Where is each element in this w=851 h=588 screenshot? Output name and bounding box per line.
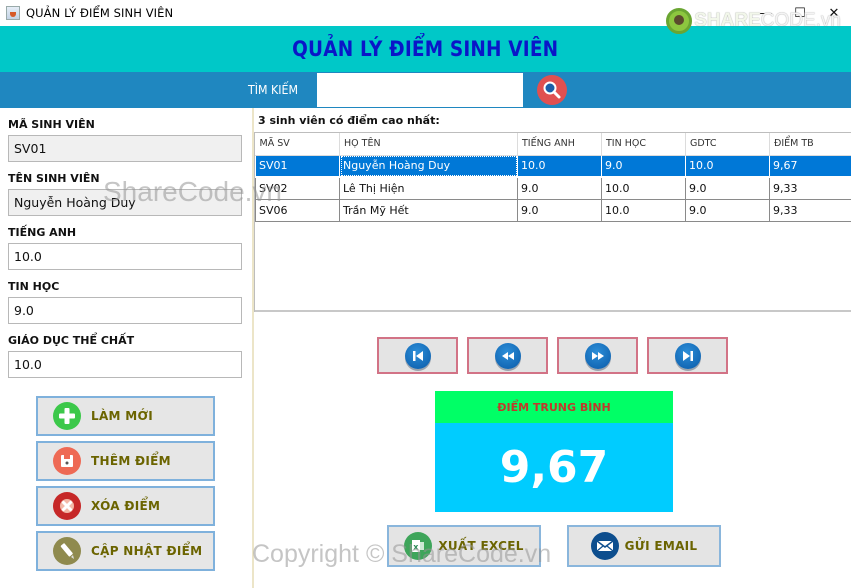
table-cell[interactable]: 10.0 <box>601 199 686 222</box>
table-cell[interactable]: SV02 <box>255 177 340 200</box>
average-score-card: ĐIỂM TRUNG BÌNH 9,67 <box>435 391 673 512</box>
table-cell[interactable]: 9.0 <box>685 177 770 200</box>
window-title: QUẢN LÝ ĐIỂM SINH VIÊN <box>26 6 174 20</box>
table-cell[interactable]: 9.0 <box>601 154 686 178</box>
excel-icon: x <box>404 532 433 560</box>
table-cell[interactable]: 9,67 <box>769 154 851 178</box>
next-icon <box>584 342 611 369</box>
average-score-label: ĐIỂM TRUNG BÌNH <box>435 391 673 423</box>
student-name-label: TÊN SINH VIÊN <box>8 172 100 185</box>
table-cell[interactable]: SV01 <box>255 154 340 178</box>
previous-record-button[interactable] <box>467 337 548 374</box>
app-window: QUẢN LÝ ĐIỂM SINH VIÊN — ☐ ✕ SHARECODE.v… <box>0 0 851 588</box>
column-header[interactable]: MÃ SV <box>255 133 340 156</box>
add-score-label: THÊM ĐIỂM <box>91 454 171 468</box>
search-input[interactable] <box>317 73 523 107</box>
informatics-label: TIN HỌC <box>8 280 60 293</box>
send-email-button[interactable]: GỬI EMAIL <box>567 525 721 567</box>
student-form-panel: MÃ SINH VIÊN SV01 TÊN SINH VIÊN Nguyễn H… <box>0 108 252 588</box>
add-score-button[interactable]: THÊM ĐIỂM <box>36 441 215 481</box>
table-row[interactable]: SV06 Trần Mỹ Hết 9.0 10.0 9.0 9,33 <box>255 199 851 222</box>
email-icon <box>590 532 619 560</box>
sharecode-logo: SHARECODE.vn <box>666 8 841 34</box>
export-excel-label: XUẤT EXCEL <box>438 539 524 553</box>
table-cell[interactable]: 10.0 <box>601 177 686 200</box>
column-header[interactable]: ĐIỂM TB <box>769 133 851 156</box>
student-id-field[interactable]: SV01 <box>8 135 242 162</box>
brand-part2: CODE.vn <box>760 10 841 31</box>
next-record-button[interactable] <box>557 337 638 374</box>
refresh-button[interactable]: LÀM MỚI <box>36 396 215 436</box>
export-excel-button[interactable]: x XUẤT EXCEL <box>387 525 541 567</box>
previous-icon <box>494 342 521 369</box>
column-header[interactable]: GDTC <box>685 133 770 156</box>
update-score-label: CẬP NHẬT ĐIỂM <box>91 544 203 558</box>
top-students-title: 3 sinh viên có điểm cao nhất: <box>258 114 440 127</box>
java-app-icon <box>6 6 20 20</box>
pe-label: GIÁO DỤC THỂ CHẤT <box>8 334 135 347</box>
table-cell[interactable]: 9.0 <box>517 199 602 222</box>
search-button[interactable] <box>537 75 567 105</box>
delete-score-button[interactable]: XÓA ĐIỂM <box>36 486 215 526</box>
sharecode-logo-icon <box>666 8 693 34</box>
average-score-value: 9,67 <box>435 423 673 512</box>
delete-score-label: XÓA ĐIỂM <box>91 499 161 513</box>
update-score-button[interactable]: CẬP NHẬT ĐIỂM <box>36 531 215 571</box>
pencil-icon <box>53 537 81 565</box>
column-header[interactable]: TIN HỌC <box>601 133 686 156</box>
table-cell[interactable]: 9.0 <box>685 199 770 222</box>
table-cell[interactable]: 10.0 <box>685 154 770 178</box>
pe-score-field[interactable]: 10.0 <box>8 351 242 378</box>
table-cell[interactable]: SV06 <box>255 199 340 222</box>
table-header-row: MÃ SV HỌ TÊN TIẾNG ANH TIN HỌC GDTC ĐIỂM… <box>255 133 851 156</box>
refresh-label: LÀM MỚI <box>91 409 154 423</box>
last-record-button[interactable] <box>647 337 728 374</box>
informatics-score-field[interactable]: 9.0 <box>8 297 242 324</box>
floppy-icon <box>53 447 81 475</box>
svg-text:x: x <box>414 543 420 552</box>
english-label: TIẾNG ANH <box>8 226 77 239</box>
table-cell[interactable]: 9.0 <box>517 177 602 200</box>
x-circle-icon <box>53 492 81 520</box>
table-cell[interactable]: 9,33 <box>769 199 851 222</box>
column-header[interactable]: TIẾNG ANH <box>517 133 602 156</box>
student-name-field[interactable]: Nguyễn Hoàng Duy <box>8 189 242 216</box>
brand-part1: SHARE <box>694 10 761 31</box>
send-email-label: GỬI EMAIL <box>624 539 698 553</box>
first-icon <box>404 342 431 369</box>
student-id-label: MÃ SINH VIÊN <box>8 118 95 131</box>
search-label: TÌM KIẾM <box>248 83 299 97</box>
plus-icon <box>53 402 81 430</box>
table-row-selected[interactable]: SV01 Nguyễn Hoàng Duy 10.0 9.0 10.0 9,67 <box>255 154 851 178</box>
table-row[interactable]: SV02 Lê Thị Hiện 9.0 10.0 9.0 9,33 <box>255 177 851 200</box>
page-title: QUẢN LÝ ĐIỂM SINH VIÊN <box>292 37 559 61</box>
table-cell[interactable]: 10.0 <box>517 154 602 178</box>
english-score-field[interactable]: 10.0 <box>8 243 242 270</box>
table-cell[interactable]: Nguyễn Hoàng Duy <box>339 154 518 178</box>
table-cell[interactable]: 9,33 <box>769 177 851 200</box>
last-icon <box>674 342 701 369</box>
first-record-button[interactable] <box>377 337 458 374</box>
top-students-table[interactable]: MÃ SV HỌ TÊN TIẾNG ANH TIN HỌC GDTC ĐIỂM… <box>254 132 851 312</box>
table-cell[interactable]: Trần Mỹ Hết <box>339 199 518 222</box>
search-bar: TÌM KIẾM <box>0 72 851 108</box>
column-header[interactable]: HỌ TÊN <box>339 133 518 156</box>
search-icon <box>543 81 561 99</box>
table-cell[interactable]: Lê Thị Hiện <box>339 177 518 200</box>
